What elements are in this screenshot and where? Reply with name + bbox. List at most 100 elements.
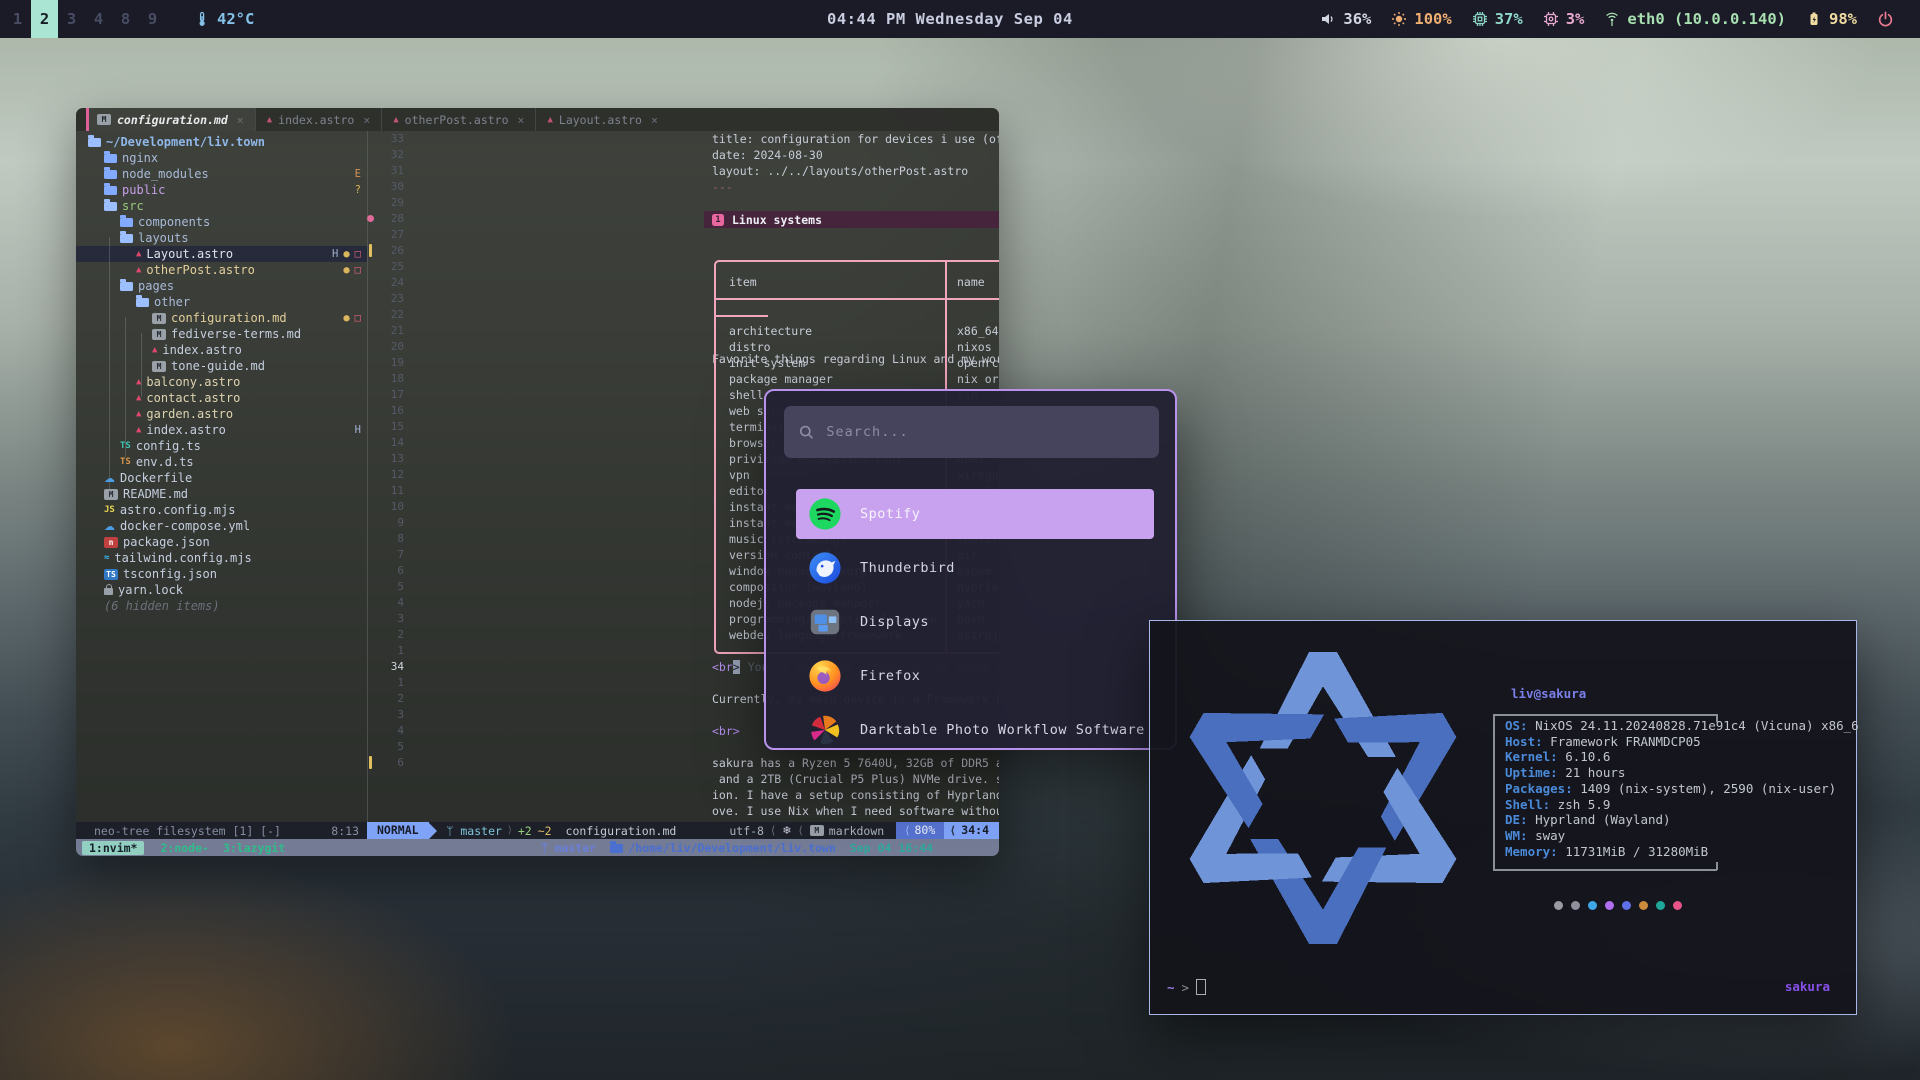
markdown-icon: M <box>104 489 118 500</box>
fetch-user-host: liv@sakura <box>1511 686 1586 701</box>
neo-tree-file-explorer[interactable]: ~/Development/liv.townnginxnode_modulesE… <box>76 131 367 822</box>
app-launcher[interactable]: Spotify Thunderbird DisplaysFirefoxDarktab… <box>764 389 1177 750</box>
tree-item-pages[interactable]: pages <box>76 278 367 294</box>
launcher-item-Spotify[interactable]: Spotify <box>796 489 1154 539</box>
folder-icon <box>104 170 117 179</box>
tree-item-label: balcony.astro <box>146 375 240 389</box>
search-input[interactable] <box>824 423 1145 441</box>
tmux-window-3:lazygit[interactable]: 3:lazygit <box>223 841 285 855</box>
tree-item-label: configuration.md <box>171 311 287 325</box>
brightness-value: 100% <box>1414 10 1451 28</box>
tree-item-balcony.astro[interactable]: ▲balcony.astro <box>76 374 367 390</box>
fetch-info-line: Memory: 11731MiB / 31280MiB <box>1505 844 1859 860</box>
line-number: 30 <box>372 179 404 195</box>
tree-item-Dockerfile[interactable]: ☁Dockerfile <box>76 470 367 486</box>
launcher-item-Thunderbird[interactable]: Thunderbird <box>796 543 1154 593</box>
tree-item-label: tailwind.config.mjs <box>114 551 251 565</box>
launcher-item-label: Thunderbird <box>860 560 955 576</box>
tree-item-garden.astro[interactable]: ▲garden.astro <box>76 406 367 422</box>
launcher-item-Firefox[interactable]: Firefox <box>796 651 1154 701</box>
status-badge: E <box>355 168 361 180</box>
tree-item-config.ts[interactable]: TSconfig.ts <box>76 438 367 454</box>
gutter-bookmark <box>367 215 374 222</box>
tree-item-package.json[interactable]: npackage.json <box>76 534 367 550</box>
fetch-info-key: Host: <box>1505 734 1543 749</box>
line-number: 9 <box>372 515 404 531</box>
tree-item-fediverse-terms.md[interactable]: Mfediverse-terms.md <box>76 326 367 342</box>
launcher-item-Displays[interactable]: Displays <box>796 597 1154 647</box>
workspace-4[interactable]: 4 <box>85 0 112 38</box>
line-number: 2 <box>372 691 404 707</box>
prompt-char: > <box>1182 980 1190 995</box>
ts-orange-icon: TS <box>120 457 131 467</box>
tree-item-node_modules[interactable]: node_modulesE <box>76 166 367 182</box>
tree-item-README.md[interactable]: MREADME.md <box>76 486 367 502</box>
line-number: 11 <box>372 483 404 499</box>
ts-badge-icon: TS <box>104 569 118 580</box>
workspace-8[interactable]: 8 <box>112 0 139 38</box>
tree-item-tailwind.config.mjs[interactable]: ≈tailwind.config.mjs <box>76 550 367 566</box>
tree-item-components[interactable]: components <box>76 214 367 230</box>
tree-item-index.astro[interactable]: ▲index.astro <box>76 342 367 358</box>
folder-open-icon <box>120 234 133 243</box>
table-cell-name: nix or emerge <box>957 371 999 387</box>
fetch-info-line: Host: Framework FRANMDCP05 <box>1505 734 1859 750</box>
launcher-item-Darktable Photo Workflow Software[interactable]: Darktable Photo Workflow Software <box>796 705 1154 750</box>
tmux-cwd: /home/liv/Development/liv.town <box>610 841 836 855</box>
markdown-icon: M <box>810 825 824 836</box>
tab-configuration.md[interactable]: Mconfiguration.md× <box>86 108 255 131</box>
shell-prompt[interactable]: ~ > <box>1167 979 1206 995</box>
tree-item-other[interactable]: other <box>76 294 367 310</box>
workspace-switcher: 123489 <box>4 0 166 38</box>
tree-item-docker-compose.yml[interactable]: ☁docker-compose.yml <box>76 518 367 534</box>
tree-item-~/Development/liv.town[interactable]: ~/Development/liv.town <box>76 134 367 150</box>
fetch-info-key: Uptime: <box>1505 765 1558 780</box>
indent-guide <box>141 333 142 397</box>
status-badge: □ <box>355 248 361 260</box>
mode-indicator: NORMAL <box>367 822 429 839</box>
tree-item-Layout.astro[interactable]: ▲Layout.astroH●□ <box>76 246 367 262</box>
tmux-window-2:node-[interactable]: 2:node- <box>160 841 208 855</box>
tree-item-astro.config.mjs[interactable]: JSastro.config.mjs <box>76 502 367 518</box>
tree-item-tsconfig.json[interactable]: TStsconfig.json <box>76 566 367 582</box>
tree-item-contact.astro[interactable]: ▲contact.astro <box>76 390 367 406</box>
tree-item-env.d.ts[interactable]: TSenv.d.ts <box>76 454 367 470</box>
fetch-terminal-window[interactable]: liv@sakura OS: NixOS 24.11.20240828.71e9… <box>1149 620 1857 1015</box>
tree-item-tone-guide.md[interactable]: Mtone-guide.md <box>76 358 367 374</box>
folder-open-icon <box>88 138 101 147</box>
workspace-9[interactable]: 9 <box>139 0 166 38</box>
tree-item-configuration.md[interactable]: Mconfiguration.md●□ <box>76 310 367 326</box>
workspace-2[interactable]: 2 <box>31 0 58 38</box>
antenna-icon <box>1604 11 1620 27</box>
tree-item-index.astro[interactable]: ▲index.astroH <box>76 422 367 438</box>
tree-item-label: index.astro <box>162 343 241 357</box>
close-icon[interactable]: × <box>237 113 244 127</box>
status-badge: ● <box>343 312 349 324</box>
hostname-label: sakura <box>1785 979 1830 994</box>
tree-item-yarn.lock[interactable]: yarn.lock <box>76 582 367 598</box>
tab-index.astro[interactable]: ▲index.astro× <box>255 108 382 131</box>
tree-item-otherPost.astro[interactable]: ▲otherPost.astro●□ <box>76 262 367 278</box>
astro-icon: ▲ <box>267 115 272 125</box>
tree-item-public[interactable]: public? <box>76 182 367 198</box>
tree-item-layouts[interactable]: layouts <box>76 230 367 246</box>
launcher-search-box[interactable] <box>784 406 1159 458</box>
line-number: 14 <box>372 435 404 451</box>
line-number: 34 <box>372 659 404 675</box>
docker-icon: ☁ <box>104 521 115 532</box>
tmux-window-1:nvim*[interactable]: 1:nvim* <box>82 841 144 855</box>
line-number: 1 <box>372 675 404 691</box>
power-button[interactable] <box>1877 11 1894 28</box>
line-number: 2 <box>372 627 404 643</box>
tree-item-nginx[interactable]: nginx <box>76 150 367 166</box>
fetch-info-line: Packages: 1409 (nix-system), 2590 (nix-u… <box>1505 781 1859 797</box>
gpu-value: 3% <box>1566 10 1585 28</box>
table-cell-item: init system <box>729 355 805 371</box>
paragraph-line: ion. I have a setup consisting of Hyprla… <box>712 787 999 803</box>
tree-item-src[interactable]: src <box>76 198 367 214</box>
workspace-1[interactable]: 1 <box>4 0 31 38</box>
chip-icon <box>1543 11 1559 27</box>
line-number: 24 <box>372 275 404 291</box>
buffer-line-br: <br> <box>712 723 740 739</box>
workspace-3[interactable]: 3 <box>58 0 85 38</box>
